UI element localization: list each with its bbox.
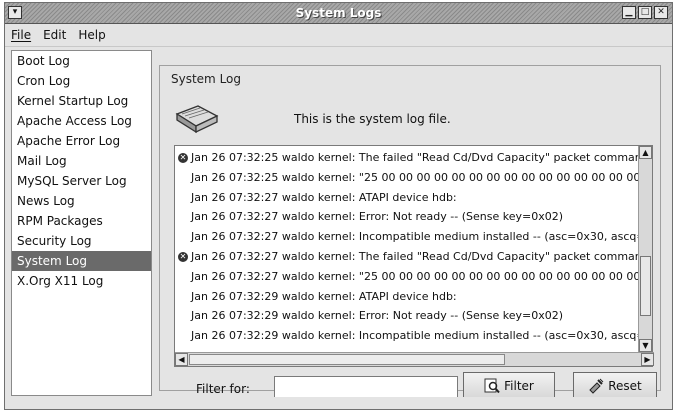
book-icon <box>175 105 219 134</box>
log-line: Jan 26 07:32:29 waldo kernel: Error: Not… <box>175 306 639 326</box>
log-line-text: Jan 26 07:32:29 waldo kernel: Error: Not… <box>191 309 564 323</box>
sidebar-item-cron-log[interactable]: Cron Log <box>12 71 151 91</box>
log-line-text: Jan 26 07:32:25 waldo kernel: "25 00 00 … <box>191 170 639 184</box>
log-line-text: Jan 26 07:32:29 waldo kernel: ATAPI devi… <box>191 289 457 303</box>
filter-label: Filter for: <box>196 382 250 396</box>
horizontal-scrollbar[interactable]: ◀ ▶ <box>175 352 654 366</box>
sidebar-item-apache-error-log[interactable]: Apache Error Log <box>12 131 151 151</box>
sidebar-item-x-org-x11-log[interactable]: X.Org X11 Log <box>12 271 151 291</box>
sidebar-item-rpm-packages[interactable]: RPM Packages <box>12 211 151 231</box>
sidebar-item-boot-log[interactable]: Boot Log <box>12 51 151 71</box>
title-bar[interactable]: ▾ System Logs ▁ □ ✕ <box>5 3 672 24</box>
log-line: ✕ Jan 26 07:32:25 waldo kernel: The faile… <box>175 148 639 168</box>
log-line-text: Jan 26 07:32:27 waldo kernel: "25 00 00 … <box>191 269 639 283</box>
sidebar-item-security-log[interactable]: Security Log <box>12 231 151 251</box>
scroll-left-icon[interactable]: ◀ <box>175 353 188 366</box>
error-icon: ✕ <box>178 251 188 262</box>
status-bar <box>5 397 672 409</box>
menu-help[interactable]: Help <box>78 26 105 44</box>
sidebar-item-news-log[interactable]: News Log <box>12 191 151 211</box>
magnifier-icon <box>484 378 500 394</box>
log-description: This is the system log file. <box>294 112 451 126</box>
log-line-text: Jan 26 07:32:25 waldo kernel: The failed… <box>191 151 639 164</box>
sidebar-item-mysql-server-log[interactable]: MySQL Server Log <box>12 171 151 191</box>
log-line-text: Jan 26 07:32:27 waldo kernel: Incompatib… <box>191 230 639 244</box>
frame-label: System Log <box>168 72 244 86</box>
vertical-scroll-thumb[interactable] <box>640 256 651 316</box>
log-line: Jan 26 07:32:29 waldo kernel: Incompatib… <box>175 326 639 346</box>
scroll-up-icon[interactable]: ▲ <box>639 146 652 159</box>
vertical-scrollbar[interactable]: ▲ ▼ <box>638 146 652 352</box>
menu-edit[interactable]: Edit <box>43 26 66 44</box>
log-text-area[interactable]: ✕ Jan 26 07:32:25 waldo kernel: The faile… <box>174 145 654 367</box>
log-line-text: Jan 26 07:32:27 waldo kernel: Error: Not… <box>191 210 564 224</box>
log-line: Jan 26 07:32:27 waldo kernel: ATAPI devi… <box>175 188 639 208</box>
reset-button[interactable]: Reset <box>573 372 657 400</box>
log-line-text: Jan 26 07:32:27 waldo kernel: ATAPI devi… <box>191 190 457 204</box>
window-title: System Logs <box>295 6 382 20</box>
log-line: Jan 26 07:32:27 waldo kernel: "25 00 00 … <box>175 267 639 287</box>
log-line: ✕ Jan 26 07:32:27 waldo kernel: The faile… <box>175 247 639 267</box>
horizontal-scroll-thumb[interactable] <box>189 354 505 365</box>
log-line: Jan 26 07:32:27 waldo kernel: Error: Not… <box>175 207 639 227</box>
log-line: ✕Jan 26 07:32:29 waldo kernel: The faile… <box>175 346 639 350</box>
scroll-down-icon[interactable]: ▼ <box>639 339 652 352</box>
log-lines: ✕ Jan 26 07:32:25 waldo kernel: The faile… <box>175 148 639 349</box>
sidebar-item-apache-access-log[interactable]: Apache Access Log <box>12 111 151 131</box>
system-logs-window: ▾ System Logs ▁ □ ✕ File Edit Help Boot … <box>4 2 673 410</box>
sidebar-item-system-log[interactable]: System Log <box>12 251 151 271</box>
log-line: Jan 26 07:32:27 waldo kernel: Incompatib… <box>175 227 639 247</box>
maximize-icon[interactable]: □ <box>638 6 652 19</box>
menu-file[interactable]: File <box>11 26 31 44</box>
sidebar-item-mail-log[interactable]: Mail Log <box>12 151 151 171</box>
filter-input[interactable] <box>274 376 458 398</box>
log-panel: System Log This is the system log file. … <box>157 50 668 400</box>
filter-button[interactable]: Filter <box>463 372 555 400</box>
log-line: Jan 26 07:32:29 waldo kernel: ATAPI devi… <box>175 287 639 307</box>
close-icon[interactable]: ✕ <box>654 6 668 19</box>
log-frame: System Log This is the system log file. … <box>159 65 661 400</box>
reset-icon <box>589 378 604 394</box>
scroll-right-icon[interactable]: ▶ <box>641 353 654 366</box>
sidebar-item-kernel-startup-log[interactable]: Kernel Startup Log <box>12 91 151 111</box>
log-list: Boot Log Cron Log Kernel Startup Log Apache… <box>11 50 152 396</box>
log-line-text: Jan 26 07:32:27 waldo kernel: The failed… <box>191 249 639 263</box>
filter-button-label: Filter <box>504 379 534 393</box>
error-icon: ✕ <box>178 153 188 163</box>
minimize-icon[interactable]: ▁ <box>622 6 636 19</box>
reset-button-label: Reset <box>608 379 642 393</box>
menu-bar: File Edit Help <box>5 24 672 47</box>
log-line: Jan 26 07:32:25 waldo kernel: "25 00 00 … <box>175 168 639 188</box>
log-line-text: Jan 26 07:32:29 waldo kernel: Incompatib… <box>191 329 639 343</box>
